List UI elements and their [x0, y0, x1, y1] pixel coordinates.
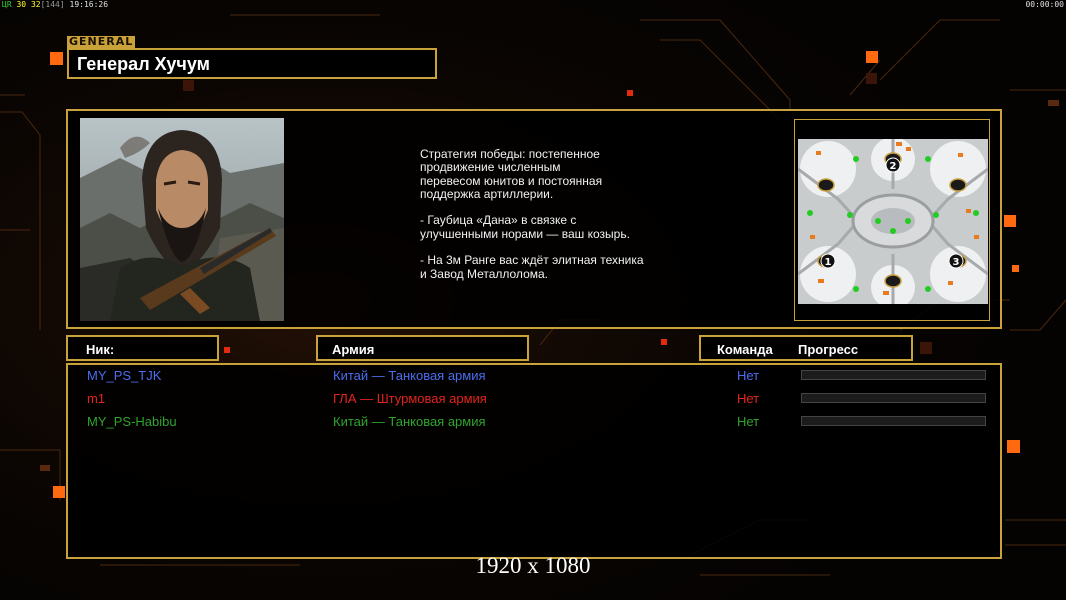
player-progress-bar — [801, 393, 986, 403]
player-team[interactable]: Нет — [737, 391, 759, 406]
player-team[interactable]: Нет — [737, 414, 759, 429]
player-army[interactable]: Китай — Танковая армия — [333, 414, 486, 429]
general-title-box: Генерал Хучум — [67, 48, 437, 79]
player-row[interactable]: m1 ГЛА — Штурмовая армия Нет — [68, 389, 1000, 409]
header-team-progress-box: Команда Прогресс — [699, 335, 913, 361]
general-tag: GENERAL — [67, 35, 136, 48]
header-army-box: Армия — [316, 335, 529, 361]
hud-timer: 00:00:00 — [1025, 0, 1064, 9]
general-info-panel: Стратегия победы: постепенное продвижени… — [66, 109, 1002, 329]
hud-stats: ЦR 30 32[144] 19:16:26 — [2, 0, 108, 10]
start-position-3[interactable]: 3 — [953, 257, 960, 268]
player-team[interactable]: Нет — [737, 368, 759, 383]
resolution-label: 1920 x 1080 — [475, 553, 591, 578]
general-portrait — [80, 118, 284, 321]
header-progress: Прогресс — [798, 342, 859, 357]
general-name: Генерал Хучум — [77, 54, 210, 74]
player-nick: MY_PS-Habibu — [87, 414, 177, 429]
header-team: Команда — [717, 342, 773, 357]
hud-value-a: 30 — [16, 0, 27, 9]
hud-clock: 19:16:26 — [69, 0, 109, 9]
header-nick: Ник: — [86, 342, 115, 357]
player-row[interactable]: MY_PS_TJK Китай — Танковая армия Нет — [68, 366, 1000, 386]
hud-value-b: 32 — [30, 0, 41, 9]
player-row[interactable]: MY_PS-Habibu Китай — Танковая армия Нет — [68, 412, 1000, 432]
player-army[interactable]: Китай — Танковая армия — [333, 368, 486, 383]
minimap[interactable]: 1 2 3 — [798, 139, 988, 304]
minimap-frame: 1 2 3 — [794, 119, 990, 321]
hud-value-c: [144] — [40, 0, 65, 9]
strategy-description: Стратегия победы: постепенное продвижени… — [420, 147, 644, 281]
start-position-1[interactable]: 1 — [825, 257, 832, 268]
header-army: Армия — [332, 342, 375, 357]
start-position-2[interactable]: 2 — [890, 161, 897, 172]
player-list: MY_PS_TJK Китай — Танковая армия Нет m1 … — [66, 363, 1002, 559]
player-army[interactable]: ГЛА — Штурмовая армия — [333, 391, 487, 406]
hud-tag: ЦR — [2, 0, 12, 9]
player-progress-bar — [801, 370, 986, 380]
header-nick-box: Ник: — [66, 335, 219, 361]
player-nick: m1 — [87, 391, 106, 406]
player-progress-bar — [801, 416, 986, 426]
player-nick: MY_PS_TJK — [87, 368, 162, 383]
